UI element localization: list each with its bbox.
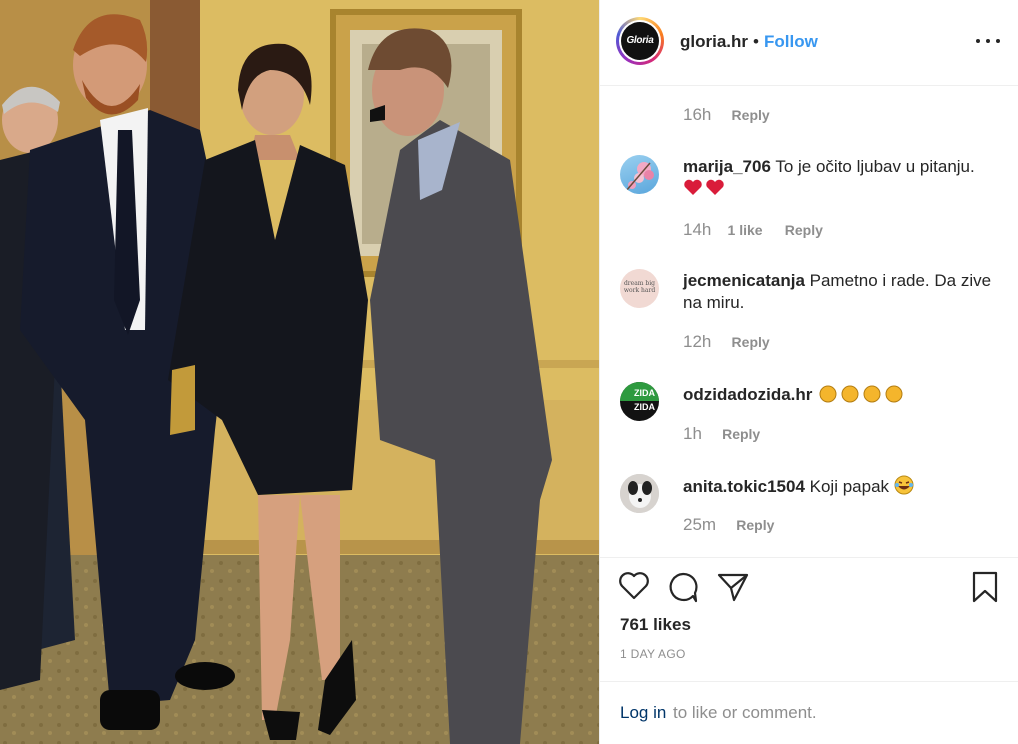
comment-meta: 25m Reply <box>683 515 774 535</box>
reply-button[interactable]: Reply <box>732 334 770 350</box>
avatar-text: dream big work hard <box>623 280 656 294</box>
commenter-avatar[interactable] <box>620 474 659 513</box>
svg-text:ZIDA: ZIDA <box>634 402 655 412</box>
reply-button[interactable]: Reply <box>732 107 770 123</box>
comment-body: anita.tokic1504 Koji papak <box>683 475 998 501</box>
bookmark-icon[interactable] <box>971 571 999 608</box>
commenter-avatar[interactable]: dream big work hard <box>620 269 659 308</box>
zida-logo-icon: ZIDA ZIDA <box>620 382 659 412</box>
commenter-avatar[interactable]: ZIDA ZIDA <box>620 382 659 421</box>
reply-button[interactable]: Reply <box>722 426 760 442</box>
account-username[interactable]: gloria.hr <box>680 32 748 52</box>
hearts-emoji <box>683 179 727 203</box>
comment-time[interactable]: 14h <box>683 220 711 239</box>
account-avatar[interactable]: Gloria <box>616 17 664 65</box>
post-side-panel: Gloria gloria.hr • Follow 16h Reply mari… <box>599 0 1018 744</box>
post-header: Gloria gloria.hr • Follow <box>600 0 1018 86</box>
post-actions: 761 likes 1 DAY AGO <box>600 557 1018 681</box>
post-photo[interactable] <box>0 0 599 744</box>
comment-username[interactable]: jecmenicatanja <box>683 271 805 290</box>
header-separator: • <box>753 32 759 51</box>
comment-meta: 16h Reply <box>683 105 770 125</box>
comment-meta: 1h Reply <box>683 424 760 444</box>
comment-username[interactable]: marija_706 <box>683 157 771 176</box>
comment-time[interactable]: 25m <box>683 515 716 534</box>
commenter-avatar[interactable] <box>620 155 659 194</box>
reply-button[interactable]: Reply <box>785 222 823 238</box>
post-image-illustration <box>0 0 599 744</box>
comment-text: Koji papak <box>809 477 890 496</box>
comment-icon[interactable] <box>667 571 699 608</box>
comment-likes[interactable]: 1 like <box>728 222 763 238</box>
heart-icon[interactable] <box>618 571 650 606</box>
blossom-icon <box>625 162 654 192</box>
follow-button[interactable]: Follow <box>764 32 818 52</box>
reply-button[interactable]: Reply <box>736 517 774 533</box>
laughing-emoji <box>894 475 914 501</box>
post-timestamp[interactable]: 1 DAY AGO <box>620 647 686 661</box>
comments-list[interactable]: 16h Reply marija_706 To je očito ljubav … <box>600 86 1018 558</box>
login-prompt: Log in to like or comment. <box>600 681 1018 744</box>
clapping-hands-emoji <box>817 383 907 409</box>
svg-text:ZIDA: ZIDA <box>634 388 655 398</box>
comment-meta: 12h Reply <box>683 332 770 352</box>
comment-text: To je očito ljubav u pitanju. <box>775 157 975 176</box>
comment-username[interactable]: odzidadozida.hr <box>683 385 812 404</box>
more-options-icon[interactable] <box>974 30 1002 52</box>
login-link[interactable]: Log in <box>620 703 666 723</box>
comment-body: odzidadozida.hr <box>683 383 998 409</box>
comment-time[interactable]: 16h <box>683 105 711 124</box>
comment-time[interactable]: 12h <box>683 332 711 351</box>
comment-body: marija_706 To je očito ljubav u pitanju. <box>683 156 998 203</box>
comment-username[interactable]: anita.tokic1504 <box>683 477 805 496</box>
comment-body: jecmenicatanja Pametno i rade. Da zive n… <box>683 270 998 314</box>
comment-meta: 14h 1 like Reply <box>683 220 823 240</box>
dog-photo-icon <box>620 474 659 513</box>
login-prompt-text: to like or comment. <box>673 703 817 722</box>
comment-time[interactable]: 1h <box>683 424 702 443</box>
share-icon[interactable] <box>717 572 749 607</box>
gloria-logo: Gloria <box>621 22 659 60</box>
likes-count[interactable]: 761 likes <box>620 615 691 635</box>
